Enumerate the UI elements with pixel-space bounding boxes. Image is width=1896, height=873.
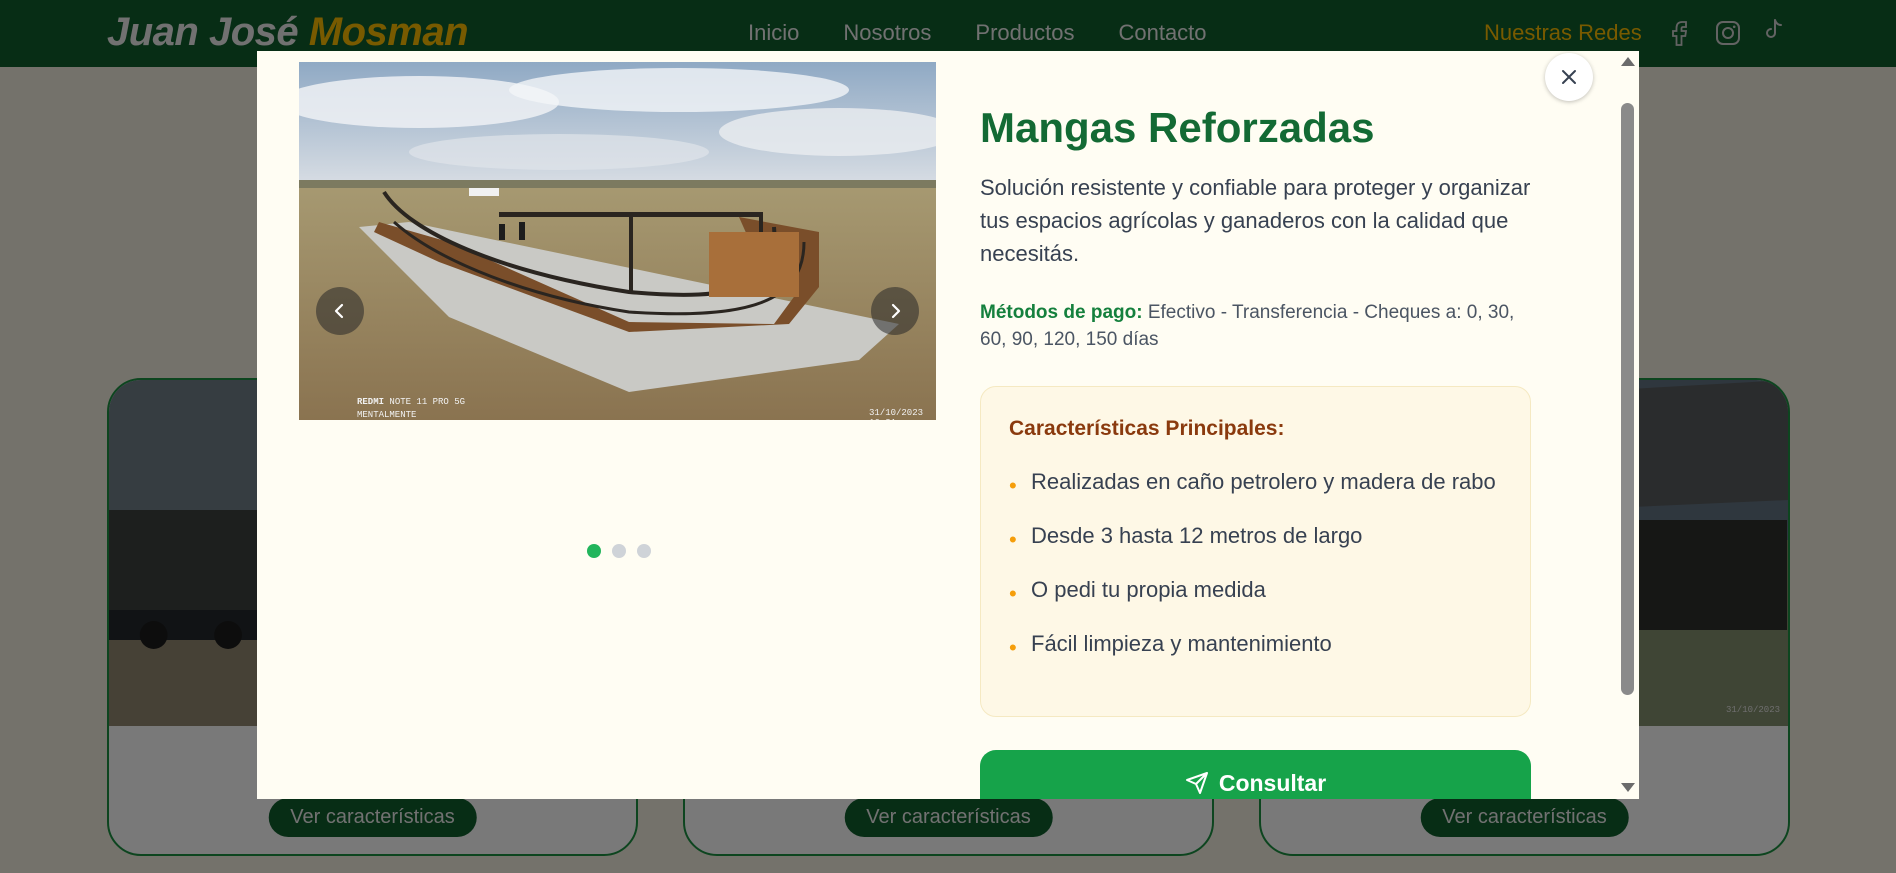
carousel-dot-3[interactable] — [637, 544, 651, 558]
bullet-icon: • — [1009, 581, 1017, 606]
feature-text: O pedi tu propia medida — [1031, 577, 1266, 602]
scrollbar-thumb[interactable] — [1621, 103, 1634, 695]
chevron-right-icon — [891, 303, 901, 319]
product-description: Solución resistente y confiable para pro… — [980, 175, 1531, 266]
close-modal-button[interactable] — [1545, 53, 1593, 101]
features-list: • Realizadas en caño petrolero y madera d… — [1009, 466, 1509, 682]
photo-stamp-model: NOTE 11 PRO 5G — [389, 397, 466, 407]
photo-stamp-left: REDMI NOTE 11 PRO 5G MENTALMENTE — [357, 396, 465, 420]
feature-item: • O pedi tu propia medida — [1009, 574, 1509, 606]
close-icon — [1562, 70, 1576, 84]
carousel-dot-2[interactable] — [612, 544, 626, 558]
carousel-next-button[interactable] — [871, 287, 919, 335]
feature-item: • Realizadas en caño petrolero y madera d… — [1009, 466, 1509, 498]
photo-stamp-date: 31/10/2023 16:31 — [869, 408, 924, 420]
feature-text: Realizadas en caño petrolero y madera de… — [1031, 469, 1496, 494]
payment-methods: Métodos de pago: Efectivo - Transferenci… — [980, 299, 1540, 353]
carousel-photo — [299, 62, 936, 420]
send-icon — [1185, 772, 1208, 794]
photo-stamp-caption: MENTALMENTE — [357, 410, 417, 420]
feature-item: • Fácil limpieza y mantenimiento — [1009, 628, 1509, 660]
bullet-icon: • — [1009, 473, 1017, 498]
features-title: Características Principales: — [1009, 417, 1285, 440]
product-title: Mangas Reforzadas — [980, 104, 1375, 151]
consultar-label: Consultar — [1218, 769, 1327, 796]
bullet-icon: • — [1009, 635, 1017, 660]
scrollbar-down-arrow[interactable] — [1621, 783, 1635, 792]
product-modal: REDMI NOTE 11 PRO 5G MENTALMENTE 31/10/2… — [257, 51, 1639, 799]
consultar-button[interactable]: Consultar — [980, 750, 1531, 799]
carousel-prev-button[interactable] — [316, 287, 364, 335]
scrollbar-up-arrow[interactable] — [1621, 57, 1635, 66]
photo-stamp-brand: REDMI — [357, 397, 385, 407]
feature-text: Desde 3 hasta 12 metros de largo — [1031, 523, 1363, 548]
chevron-left-icon — [334, 303, 344, 319]
carousel-indicators — [587, 544, 651, 558]
feature-item: • Desde 3 hasta 12 metros de largo — [1009, 520, 1509, 552]
carousel-dot-1[interactable] — [587, 544, 601, 558]
image-carousel: REDMI NOTE 11 PRO 5G MENTALMENTE 31/10/2… — [299, 62, 936, 420]
bullet-icon: • — [1009, 527, 1017, 552]
features-box: Características Principales: • Realizadas… — [980, 386, 1531, 717]
payment-label: Métodos de pago: — [980, 302, 1143, 323]
feature-text: Fácil limpieza y mantenimiento — [1031, 631, 1332, 656]
